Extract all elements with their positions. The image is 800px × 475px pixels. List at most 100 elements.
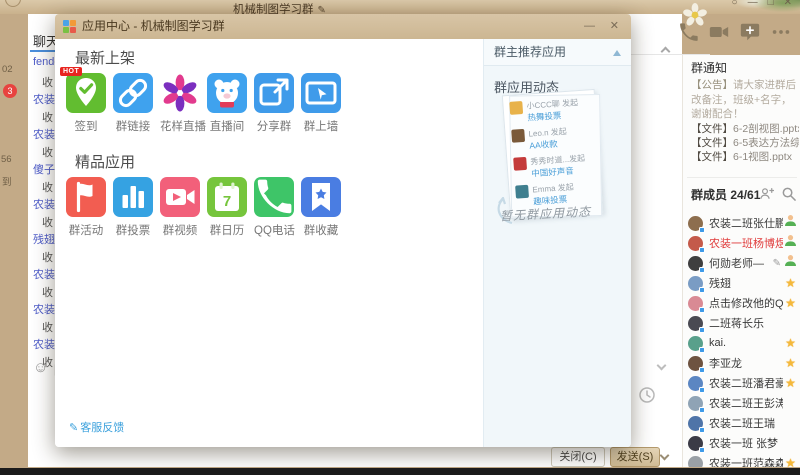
app-flag[interactable]: 群活动 <box>66 177 106 238</box>
flower-icon <box>160 73 200 113</box>
invite-member-icon[interactable] <box>759 186 774 201</box>
member-row[interactable]: kai.★ <box>683 333 800 353</box>
phone-icon <box>254 177 294 217</box>
app-label: 群日历 <box>207 222 247 238</box>
online-device-badge <box>699 367 705 373</box>
session-timestamp: 56 <box>1 154 12 165</box>
member-row[interactable]: 农装二班潘君豪★ <box>683 373 800 393</box>
file-name: 6-2剖视图.pptx <box>733 123 799 135</box>
app-row-new: HOT签到群链接花样直播直播间分享群群上墙 <box>66 73 341 134</box>
voice-call-icon[interactable] <box>676 20 700 44</box>
member-list: 农装二班张仕鹏农装一班杨博煜何勋老师—✎残翅★点击修改他的QQ★二班蒋长乐kai… <box>683 213 800 467</box>
edit-icon[interactable]: ✎ <box>773 258 781 269</box>
checkin-pin-icon: HOT <box>66 73 106 113</box>
avatar <box>515 185 529 199</box>
app-flower[interactable]: 花样直播 <box>160 73 200 134</box>
app-window: + 机械制图学习群✎ ○ — □ ✕ 02 3 56 到 聊天 fende收农装… <box>0 0 800 475</box>
avatar <box>688 356 703 371</box>
file-prefix: 【文件】 <box>691 137 733 149</box>
app-label: QQ电话 <box>254 222 294 238</box>
empty-activity-note: 暂无群应用动态 <box>500 203 592 225</box>
member-badge-icon <box>783 214 798 232</box>
video-call-icon[interactable] <box>707 20 731 44</box>
member-name: 农装二班王瑞 <box>709 415 783 431</box>
more-icon[interactable] <box>769 20 793 44</box>
member-name: 何勋老师— <box>709 255 773 271</box>
maximize-icon[interactable]: □ <box>768 0 774 8</box>
avatar <box>688 416 703 431</box>
member-row[interactable]: 残翅★ <box>683 273 800 293</box>
file-item[interactable]: 【文件】6-2剖视图.pptx <box>691 121 799 136</box>
online-device-badge <box>699 287 705 293</box>
close-chat-button[interactable]: 关闭(C) <box>551 447 605 467</box>
dialog-close-icon[interactable]: ✕ <box>610 14 619 39</box>
session-timestamp: 02 <box>2 64 13 75</box>
app-phone[interactable]: QQ电话 <box>254 177 294 238</box>
member-row[interactable]: 二班蒋长乐 <box>683 313 800 333</box>
app-screen-cast[interactable]: 群上墙 <box>301 73 341 134</box>
file-item[interactable]: 【文件】6-5表达方法综... <box>691 135 799 150</box>
app-chain-link[interactable]: 群链接 <box>113 73 153 134</box>
chain-link-icon <box>113 73 153 113</box>
recommend-header[interactable]: 群主推荐应用 <box>484 39 631 66</box>
file-item[interactable]: 【文件】6-1视图.pptx <box>691 149 799 164</box>
activity-entry: 秀秀时道...发起中国好声音 <box>513 152 595 181</box>
member-name: kai. <box>709 337 783 349</box>
member-row[interactable]: 农装二班张仕鹏 <box>683 213 800 233</box>
dialog-titlebar[interactable]: 应用中心 - 机械制图学习群 — ✕ <box>55 14 631 39</box>
member-row[interactable]: 何勋老师—✎ <box>683 253 800 273</box>
scroll-down-icon[interactable] <box>657 361 667 371</box>
feedback-label: 客服反馈 <box>80 422 124 434</box>
member-row[interactable]: 农装二班王彭涛 <box>683 393 800 413</box>
member-row[interactable]: 农装一班范森森★ <box>683 453 800 467</box>
file-name: 6-1视图.pptx <box>733 151 792 163</box>
app-calendar[interactable]: 7群日历 <box>207 177 247 238</box>
app-video-camera[interactable]: 群视频 <box>160 177 200 238</box>
member-name: 农装二班王彭涛 <box>709 395 783 411</box>
feedback-link[interactable]: ✎客服反馈 <box>69 419 124 435</box>
hot-badge: HOT <box>60 67 82 76</box>
online-device-badge <box>699 447 705 453</box>
app-row-featured: 群活动群投票群视频7群日历 QQ电话群收藏 <box>66 177 341 238</box>
app-checkin-pin[interactable]: HOT签到 <box>66 73 106 134</box>
member-row[interactable]: 农装二班王瑞 <box>683 413 800 433</box>
app-bookmark-star[interactable]: 群收藏 <box>301 177 341 238</box>
window-titlebar[interactable] <box>0 0 800 14</box>
close-icon[interactable]: ✕ <box>784 0 792 8</box>
collapse-up-icon[interactable] <box>613 50 621 56</box>
member-row[interactable]: 农装一班 张梦 <box>683 433 800 453</box>
members-header: 群成员 24/61 <box>691 186 760 203</box>
app-bar-chart[interactable]: 群投票 <box>113 177 153 238</box>
minimize-icon[interactable]: — <box>748 0 758 8</box>
unread-badge: 3 <box>3 84 17 98</box>
group-announcement[interactable]: 【公告】请大家进群后改备注，班级+名字，谢谢配合！ <box>691 78 797 122</box>
member-badge-icon <box>783 234 798 252</box>
send-button[interactable]: 发送(S) <box>610 447 660 467</box>
member-row[interactable]: 农装一班杨博煜 <box>683 233 800 253</box>
session-list-strip[interactable]: 02 3 56 到 <box>0 14 28 467</box>
message-history-icon[interactable] <box>638 386 656 404</box>
file-name: 6-5表达方法综... <box>733 137 799 149</box>
star-icon: ★ <box>783 374 798 392</box>
star-icon: ★ <box>783 454 798 467</box>
new-chat-icon[interactable] <box>738 20 762 44</box>
avatar <box>513 157 527 171</box>
avatar <box>688 336 703 351</box>
app-bear[interactable]: 直播间 <box>207 73 247 134</box>
file-prefix: 【文件】 <box>691 123 733 135</box>
online-device-badge <box>699 347 705 353</box>
avatar <box>688 316 703 331</box>
app-label: 群投票 <box>113 222 153 238</box>
member-row[interactable]: 点击修改他的QQ★ <box>683 293 800 313</box>
chat-toolbar <box>676 20 793 44</box>
dialog-minimize-icon[interactable]: — <box>584 14 595 39</box>
member-name: 农装一班杨博煜 <box>709 235 783 251</box>
member-row[interactable]: 李亚龙★ <box>683 353 800 373</box>
search-member-icon[interactable] <box>781 186 796 201</box>
settings-icon[interactable]: ○ <box>732 0 738 8</box>
divider <box>687 177 797 178</box>
app-share-arrow[interactable]: 分享群 <box>254 73 294 134</box>
member-name: 农装二班张仕鹏 <box>709 215 783 231</box>
emoji-button[interactable]: ☺ <box>33 359 48 376</box>
file-prefix: 【文件】 <box>691 151 733 163</box>
